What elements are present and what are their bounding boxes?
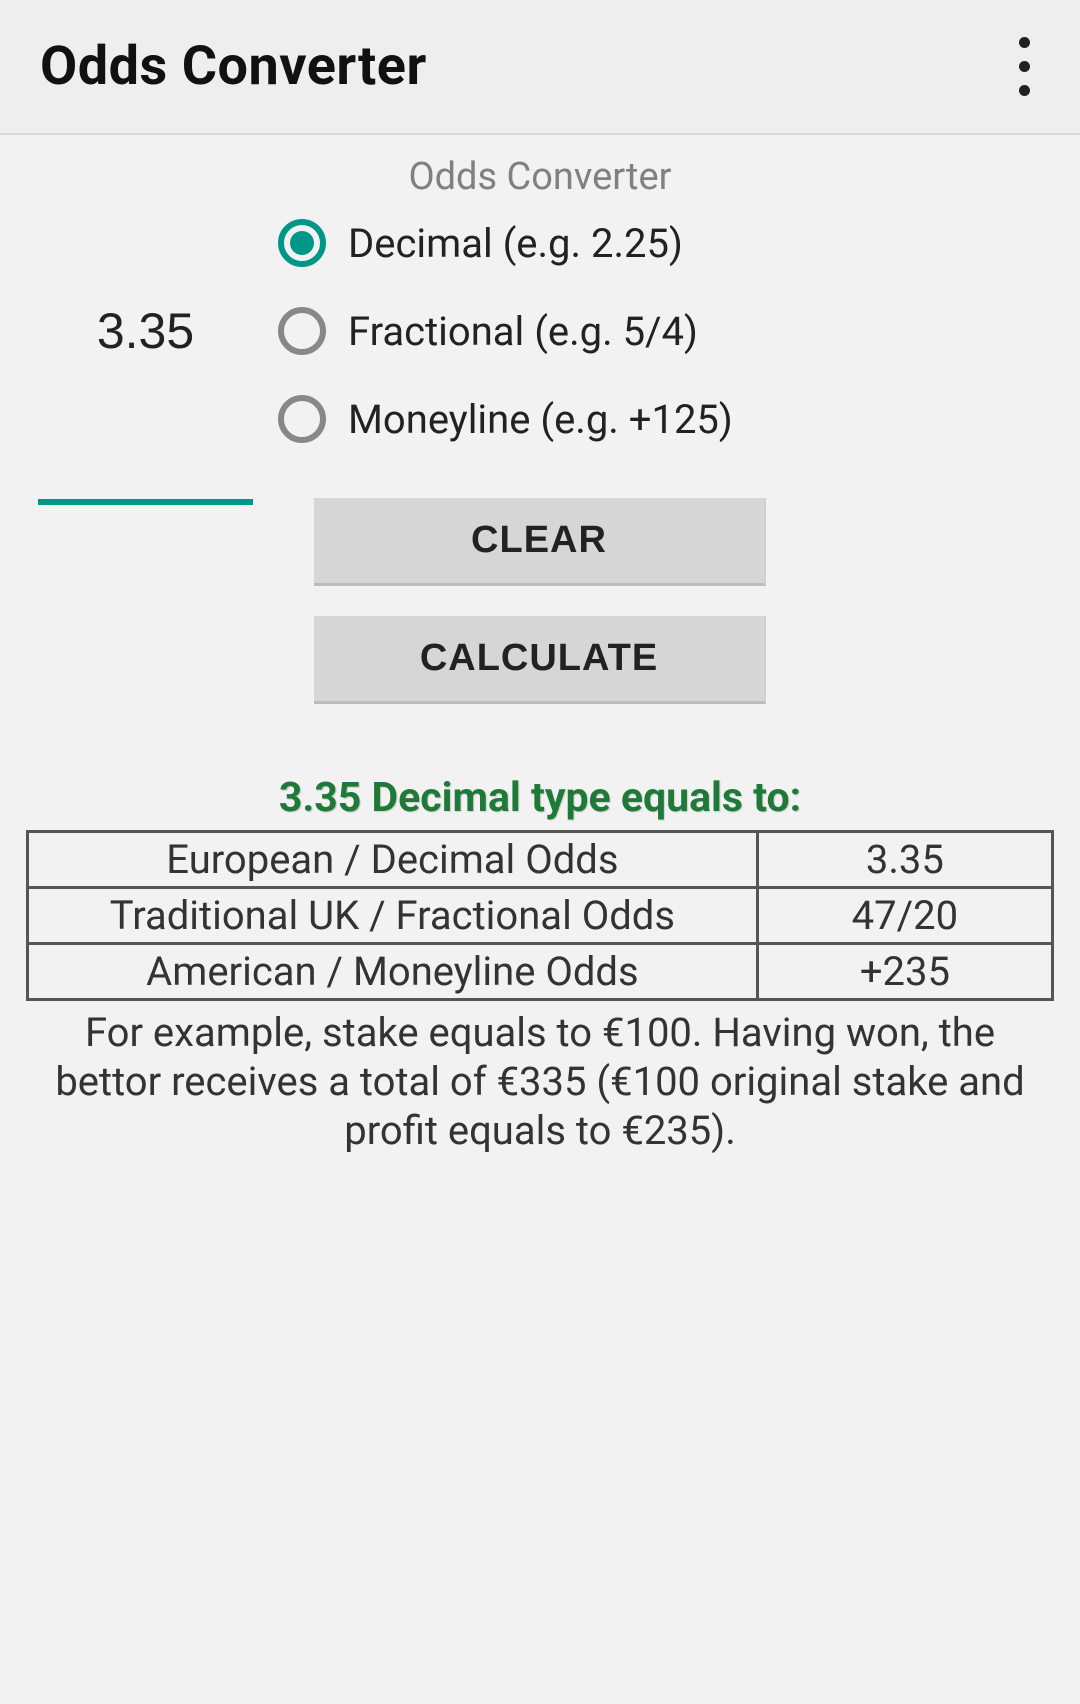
radio-moneyline[interactable]: Moneyline (e.g. +125) bbox=[278, 395, 1080, 443]
odds-input[interactable] bbox=[38, 294, 253, 368]
radio-fractional[interactable]: Fractional (e.g. 5/4) bbox=[278, 307, 1080, 355]
radio-label: Fractional (e.g. 5/4) bbox=[348, 308, 698, 355]
result-heading-rest: Decimal type equals to: bbox=[361, 774, 801, 822]
overflow-menu-icon[interactable] bbox=[1009, 27, 1040, 106]
result-label: European / Decimal Odds bbox=[28, 832, 758, 888]
result-value: 3.35 bbox=[757, 832, 1052, 888]
example-text: For example, stake equals to €100. Havin… bbox=[40, 1009, 1040, 1155]
radio-label: Decimal (e.g. 2.25) bbox=[348, 220, 683, 267]
radio-label: Moneyline (e.g. +125) bbox=[348, 396, 733, 443]
result-heading-value: 3.35 bbox=[279, 774, 361, 822]
radio-icon bbox=[278, 219, 326, 267]
input-row: Decimal (e.g. 2.25) Fractional (e.g. 5/4… bbox=[0, 219, 1080, 443]
button-column: CLEAR CALCULATE bbox=[0, 498, 1080, 704]
result-value: 47/20 bbox=[757, 888, 1052, 944]
result-heading: 3.35 Decimal type equals to: bbox=[0, 774, 1080, 822]
table-row: Traditional UK / Fractional Odds 47/20 bbox=[28, 888, 1053, 944]
radio-icon bbox=[278, 395, 326, 443]
content: Odds Converter Decimal (e.g. 2.25) Fract… bbox=[0, 135, 1080, 1155]
app-title: Odds Converter bbox=[40, 35, 427, 98]
table-row: European / Decimal Odds 3.35 bbox=[28, 832, 1053, 888]
section-subtitle: Odds Converter bbox=[0, 155, 1080, 199]
table-row: American / Moneyline Odds +235 bbox=[28, 944, 1053, 1000]
radio-icon bbox=[278, 307, 326, 355]
calculate-button[interactable]: CALCULATE bbox=[314, 616, 766, 704]
input-underline bbox=[38, 499, 253, 505]
result-label: Traditional UK / Fractional Odds bbox=[28, 888, 758, 944]
appbar: Odds Converter bbox=[0, 0, 1080, 135]
radio-decimal[interactable]: Decimal (e.g. 2.25) bbox=[278, 219, 1080, 267]
result-label: American / Moneyline Odds bbox=[28, 944, 758, 1000]
clear-button[interactable]: CLEAR bbox=[314, 498, 766, 586]
odds-input-wrap bbox=[38, 219, 253, 443]
result-value: +235 bbox=[757, 944, 1052, 1000]
odds-type-radio-group: Decimal (e.g. 2.25) Fractional (e.g. 5/4… bbox=[253, 219, 1080, 443]
result-table: European / Decimal Odds 3.35 Traditional… bbox=[26, 830, 1054, 1001]
